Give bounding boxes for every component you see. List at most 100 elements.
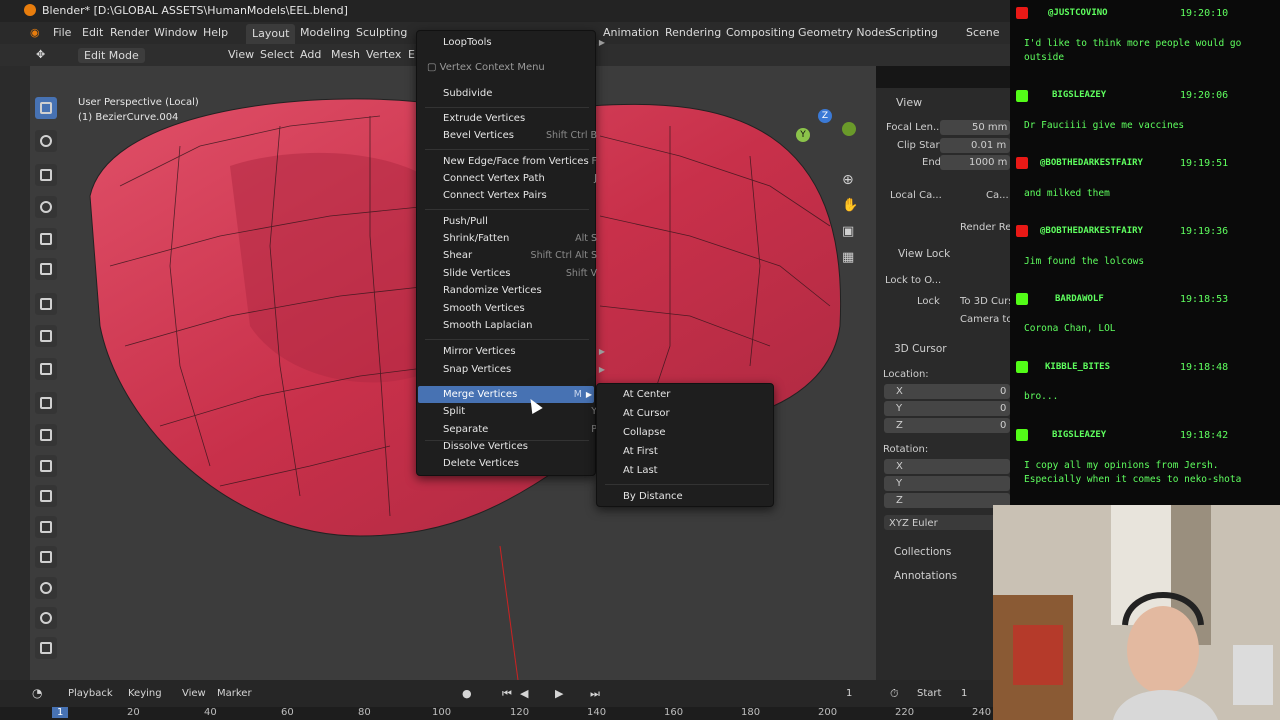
3d-cursor-header[interactable]: 3D Cursor <box>894 343 947 355</box>
menu-item-smooth-vertices[interactable]: Smooth Vertices <box>443 300 607 317</box>
merge-at-cursor[interactable]: At Cursor <box>623 405 763 422</box>
menu-file[interactable]: File <box>53 26 71 39</box>
jump-end-icon[interactable]: ⏭ <box>590 687 600 701</box>
gizmo-y-label[interactable]: Y <box>796 128 810 142</box>
ruler-tick-current[interactable]: 1 <box>52 707 69 718</box>
marker-menu[interactable]: Marker <box>217 688 252 699</box>
cursor-tool-icon[interactable] <box>35 130 57 152</box>
move-tool-icon[interactable] <box>35 164 57 186</box>
menu-select[interactable]: Select <box>260 48 294 61</box>
menu-item-slide-vertices[interactable]: Slide Vertices Shift V <box>443 265 607 282</box>
merge-at-last[interactable]: At Last <box>623 462 763 479</box>
annotations-header[interactable]: Annotations <box>894 570 957 582</box>
stopwatch-icon[interactable]: ⏱ <box>890 687 899 701</box>
menu-item-connect-vertex-path[interactable]: Connect Vertex Path J <box>443 170 607 187</box>
tab-geometry-nodes[interactable]: Geometry Nodes <box>798 26 891 39</box>
tab-modeling[interactable]: Modeling <box>300 26 350 39</box>
menu-item-looptools[interactable]: LoopTools ▶ <box>443 34 607 51</box>
menu-item-split[interactable]: Split Y <box>443 403 607 420</box>
menu-view[interactable]: View <box>228 48 254 61</box>
playback-menu[interactable]: Playback <box>68 688 113 699</box>
menu-item-subdivide[interactable]: Subdivide <box>443 85 607 102</box>
edge-slide-tool-icon[interactable] <box>35 637 57 659</box>
bevel-tool-icon[interactable] <box>35 455 57 477</box>
transform-tool-icon[interactable] <box>35 258 57 280</box>
menu-item-delete-vertices[interactable]: Delete Vertices <box>443 455 607 472</box>
menu-mesh[interactable]: Mesh <box>331 48 360 61</box>
tab-scripting[interactable]: Scripting <box>889 26 938 39</box>
menu-edit[interactable]: Edit <box>82 26 103 39</box>
menu-item-push-pull[interactable]: Push/Pull <box>443 213 607 230</box>
collections-header[interactable]: Collections <box>894 546 951 558</box>
mode-dropdown[interactable]: Edit Mode <box>78 48 145 63</box>
menu-item-separate[interactable]: Separate P <box>443 421 607 438</box>
current-frame-field[interactable]: 1 <box>846 688 852 699</box>
editor-type-icon[interactable]: ✥ <box>36 48 45 61</box>
menu-item-extrude-vertices[interactable]: Extrude Vertices <box>443 110 607 127</box>
pan-hand-icon[interactable]: ✋ <box>842 198 858 213</box>
tab-compositing[interactable]: Compositing <box>726 26 795 39</box>
menu-item-shear[interactable]: Shear Shift Ctrl Alt S <box>443 247 607 264</box>
timeline-editor-icon[interactable]: ◔ <box>32 686 42 700</box>
tab-sculpting[interactable]: Sculpting <box>356 26 407 39</box>
loop-cut-tool-icon[interactable] <box>35 485 57 507</box>
play-icon[interactable]: ▶ <box>555 687 563 700</box>
camera-to-view-checkbox[interactable]: Camera to <box>960 314 1012 325</box>
measure-tool-icon[interactable] <box>35 325 57 347</box>
scene-label[interactable]: Scene <box>966 26 1000 39</box>
frame-ruler[interactable]: 1 20 40 60 80 100 120 140 160 180 200 22… <box>0 707 1010 720</box>
smooth-tool-icon[interactable] <box>35 607 57 629</box>
menu-item-new-edge-face[interactable]: New Edge/Face from Vertices F <box>443 153 607 170</box>
spin-tool-icon[interactable] <box>35 577 57 599</box>
scale-tool-icon[interactable] <box>35 228 57 250</box>
record-icon[interactable]: ● <box>462 687 472 700</box>
menu-item-randomize-vertices[interactable]: Randomize Vertices <box>443 282 607 299</box>
knife-tool-icon[interactable] <box>35 516 57 538</box>
local-camera-field[interactable]: Ca... <box>986 190 1009 201</box>
menu-item-snap-vertices[interactable]: Snap Vertices ▶ <box>443 361 607 378</box>
jump-start-icon[interactable]: ⏮ <box>502 687 512 701</box>
menu-vertex[interactable]: Vertex <box>366 48 401 61</box>
menu-help[interactable]: Help <box>203 26 228 39</box>
merge-by-distance[interactable]: By Distance <box>623 488 763 505</box>
rotate-tool-icon[interactable] <box>35 196 57 218</box>
view-lock-header[interactable]: View Lock <box>898 248 950 260</box>
menu-add[interactable]: Add <box>300 48 321 61</box>
prev-key-icon[interactable]: ◀ <box>520 687 528 700</box>
view-section-header[interactable]: View <box>896 96 922 109</box>
menu-window[interactable]: Window <box>154 26 197 39</box>
menu-item-merge-vertices[interactable]: Merge Vertices M ▶ <box>418 386 594 403</box>
select-tool-icon[interactable] <box>35 97 57 119</box>
menu-item-shrink-fatten[interactable]: Shrink/Fatten Alt S <box>443 230 607 247</box>
gizmo-z-label[interactable]: Z <box>818 109 832 123</box>
menu-item-dissolve-vertices[interactable]: Dissolve Vertices <box>443 438 607 455</box>
start-frame-value[interactable]: 1 <box>961 688 967 699</box>
location-y-field[interactable] <box>884 401 1010 416</box>
grid-view-icon[interactable]: ▦ <box>842 250 854 265</box>
blender-menu-icon[interactable]: ◉ <box>30 26 40 39</box>
menu-item-connect-vertex-pairs[interactable]: Connect Vertex Pairs <box>443 187 607 204</box>
keying-menu[interactable]: Keying <box>128 688 162 699</box>
tab-layout[interactable]: Layout <box>246 24 296 44</box>
gizmo-axis-y[interactable] <box>842 122 856 136</box>
menu-item-smooth-laplacian[interactable]: Smooth Laplacian <box>443 317 607 334</box>
tab-rendering[interactable]: Rendering <box>665 26 721 39</box>
timeline-view-menu[interactable]: View <box>182 688 206 699</box>
menu-edge[interactable]: E <box>408 48 415 61</box>
merge-collapse[interactable]: Collapse <box>623 424 763 441</box>
inset-tool-icon[interactable] <box>35 424 57 446</box>
lock-to-3d-cursor-toggle[interactable]: To 3D Curs <box>960 296 1014 307</box>
annotate-tool-icon[interactable] <box>35 293 57 315</box>
tab-animation[interactable]: Animation <box>603 26 659 39</box>
menu-item-mirror-vertices[interactable]: Mirror Vertices ▶ <box>443 343 607 360</box>
zoom-icon[interactable]: ⊕ <box>842 172 854 188</box>
rotation-y-field[interactable] <box>884 476 1010 491</box>
menu-item-bevel-vertices[interactable]: Bevel Vertices Shift Ctrl B <box>443 127 607 144</box>
extrude-tool-icon[interactable] <box>35 392 57 414</box>
merge-at-center[interactable]: At Center <box>623 386 763 403</box>
add-cube-tool-icon[interactable] <box>35 358 57 380</box>
merge-at-first[interactable]: At First <box>623 443 763 460</box>
poly-build-tool-icon[interactable] <box>35 546 57 568</box>
camera-view-icon[interactable]: ▣ <box>842 224 854 239</box>
menu-render[interactable]: Render <box>110 26 149 39</box>
